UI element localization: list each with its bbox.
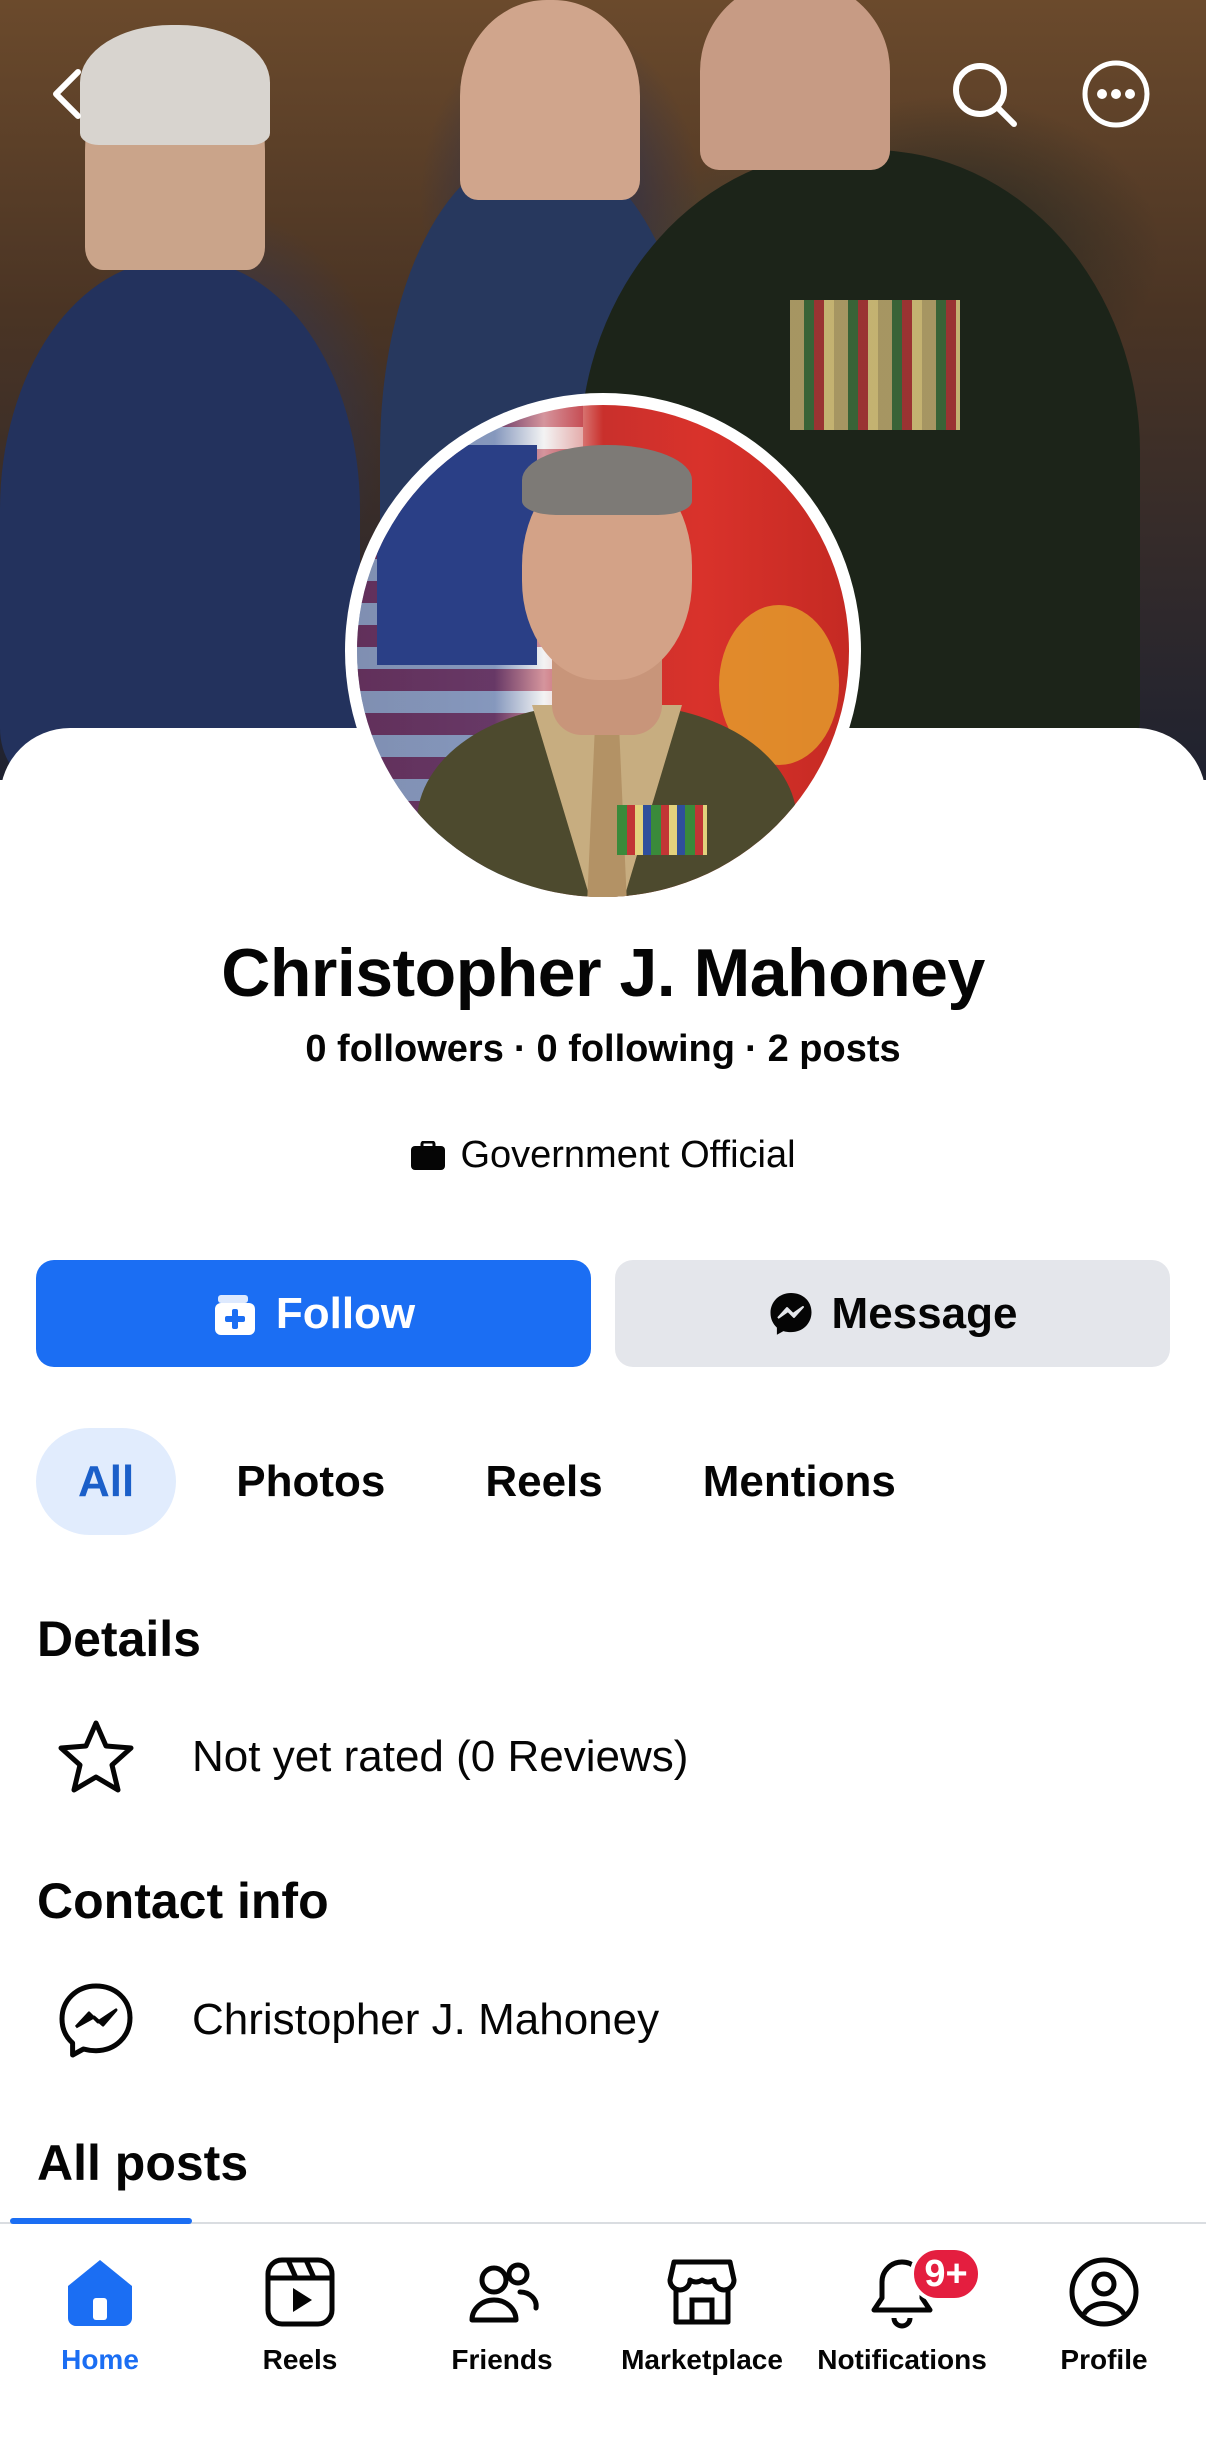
briefcase-icon [411, 1140, 446, 1170]
cover-medals [790, 300, 960, 430]
follow-label: Follow [275, 1288, 416, 1338]
cover-person-left-hair [80, 25, 270, 145]
nav-profile-label: Profile [1060, 2344, 1148, 2375]
more-horizontal-icon [1082, 60, 1150, 128]
friends-icon [469, 2262, 539, 2323]
message-button[interactable]: Message [615, 1260, 1170, 1367]
details-heading: Details [37, 1611, 201, 1667]
avatar-photo [357, 405, 849, 897]
category-label: Government Official [460, 1134, 796, 1176]
nav-marketplace[interactable]: Marketplace [602, 2254, 802, 2376]
tab-mentions[interactable]: Mentions [663, 1428, 936, 1535]
back-button[interactable] [34, 58, 106, 130]
rating-text: Not yet rated (0 Reviews) [192, 1732, 689, 1781]
search-button[interactable] [948, 58, 1020, 130]
nav-profile[interactable]: Profile [1004, 2254, 1204, 2376]
followers-count[interactable]: 0 followers [305, 1028, 504, 1070]
follow-button[interactable]: Follow [36, 1260, 591, 1367]
chevron-left-icon [53, 69, 81, 119]
avatar-ribbons [617, 805, 707, 855]
notifications-badge: 9+ [910, 2246, 982, 2302]
tab-reels[interactable]: Reels [445, 1428, 642, 1535]
following-count[interactable]: 0 following [537, 1028, 735, 1070]
nav-home[interactable]: Home [0, 2254, 200, 2376]
contact-heading: Contact info [37, 1873, 329, 1929]
avatar-flag-canton [377, 445, 537, 665]
messenger-outline-icon [59, 1983, 133, 2058]
more-button[interactable] [1080, 58, 1152, 130]
rating-icon-wrap [46, 1717, 146, 1797]
all-posts-heading: All posts [37, 2135, 249, 2191]
avatar-hair [522, 445, 692, 515]
nav-notifications-label: Notifications [817, 2344, 987, 2375]
star-icon [58, 1720, 134, 1793]
reels-icon [265, 2257, 335, 2327]
posts-count: 2 posts [767, 1028, 901, 1070]
nav-friends-label: Friends [451, 2344, 553, 2375]
home-active-indicator [10, 2218, 192, 2224]
message-label: Message [831, 1288, 1018, 1338]
contact-messenger-row[interactable]: Christopher J. Mahoney [0, 1965, 1206, 2075]
nav-marketplace-label: Marketplace [621, 2344, 783, 2375]
profile-category: Government Official [0, 1134, 1206, 1177]
cover-person-left [0, 260, 360, 780]
nav-reels-label: Reels [262, 2344, 338, 2375]
nav-home-label: Home [61, 2344, 139, 2375]
tab-all[interactable]: All [36, 1428, 177, 1535]
profile-name: Christopher J. Mahoney [221, 935, 985, 1011]
search-icon [953, 63, 1017, 127]
marketplace-icon [667, 2259, 737, 2325]
cover-person-right-head [700, 0, 890, 170]
cover-person-middle-head [460, 0, 640, 200]
nav-notifications[interactable]: 9+ Notifications [802, 2246, 1002, 2376]
follow-page-icon [214, 1294, 255, 1335]
stats-separator: · [513, 1028, 527, 1070]
profile-icon [1069, 2257, 1139, 2327]
nav-reels[interactable]: Reels [200, 2254, 400, 2376]
profile-tabs: All Photos Reels Mentions [36, 1428, 956, 1535]
profile-stats: 0 followers · 0 following · 2 posts [0, 1028, 1206, 1071]
stats-separator: · [744, 1028, 758, 1070]
contact-icon-wrap [46, 1980, 146, 2060]
bottom-navigation: Home Reels Friends Marketplace 9+ Notifi… [0, 2218, 1206, 2458]
nav-friends[interactable]: Friends [402, 2254, 602, 2376]
home-icon [68, 2260, 132, 2326]
contact-messenger-name: Christopher J. Mahoney [192, 1995, 660, 2044]
tab-photos[interactable]: Photos [196, 1428, 425, 1535]
rating-row[interactable]: Not yet rated (0 Reviews) [0, 1702, 1206, 1812]
messenger-icon [770, 1292, 812, 1335]
profile-avatar[interactable] [345, 393, 861, 909]
